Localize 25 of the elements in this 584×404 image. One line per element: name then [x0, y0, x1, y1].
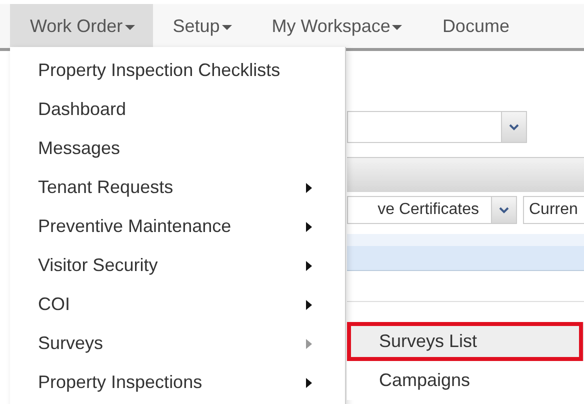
input-field[interactable]: Curren: [523, 196, 584, 224]
caret-icon: [392, 24, 402, 30]
menu-item[interactable]: Campaigns: [347, 361, 584, 400]
menu-item[interactable]: Surveys List: [347, 322, 584, 361]
select-field[interactable]: [347, 111, 527, 143]
caret-icon: [222, 24, 232, 30]
nav-menu[interactable]: Docume: [422, 4, 530, 48]
nav-menu[interactable]: Work Order: [10, 4, 153, 48]
filter-select[interactable]: ve Certificates: [347, 196, 517, 224]
chevron-icon: [499, 206, 509, 214]
nav-menu[interactable]: My Workspace: [252, 4, 422, 48]
menu-item[interactable]: Preventive Maintenance: [10, 207, 345, 246]
menu-item[interactable]: Visitor Security: [10, 246, 345, 285]
menu-item[interactable]: Messages: [10, 129, 345, 168]
menu-item[interactable]: Property Inspections: [10, 363, 345, 402]
menu-item[interactable]: COI: [10, 285, 345, 324]
menu-item[interactable]: Dashboard: [10, 90, 345, 129]
chevron-icon: [509, 124, 519, 130]
caret-icon: [124, 24, 135, 30]
menu-item[interactable]: Surveys: [10, 324, 345, 363]
menu-item[interactable]: Property Inspection Checklists: [10, 51, 345, 90]
nav-menu[interactable]: Setup: [152, 4, 252, 48]
dropdown-button[interactable]: [491, 197, 516, 223]
menu-item[interactable]: Tenant Requests: [10, 168, 345, 207]
dropdown-button[interactable]: [501, 112, 526, 142]
